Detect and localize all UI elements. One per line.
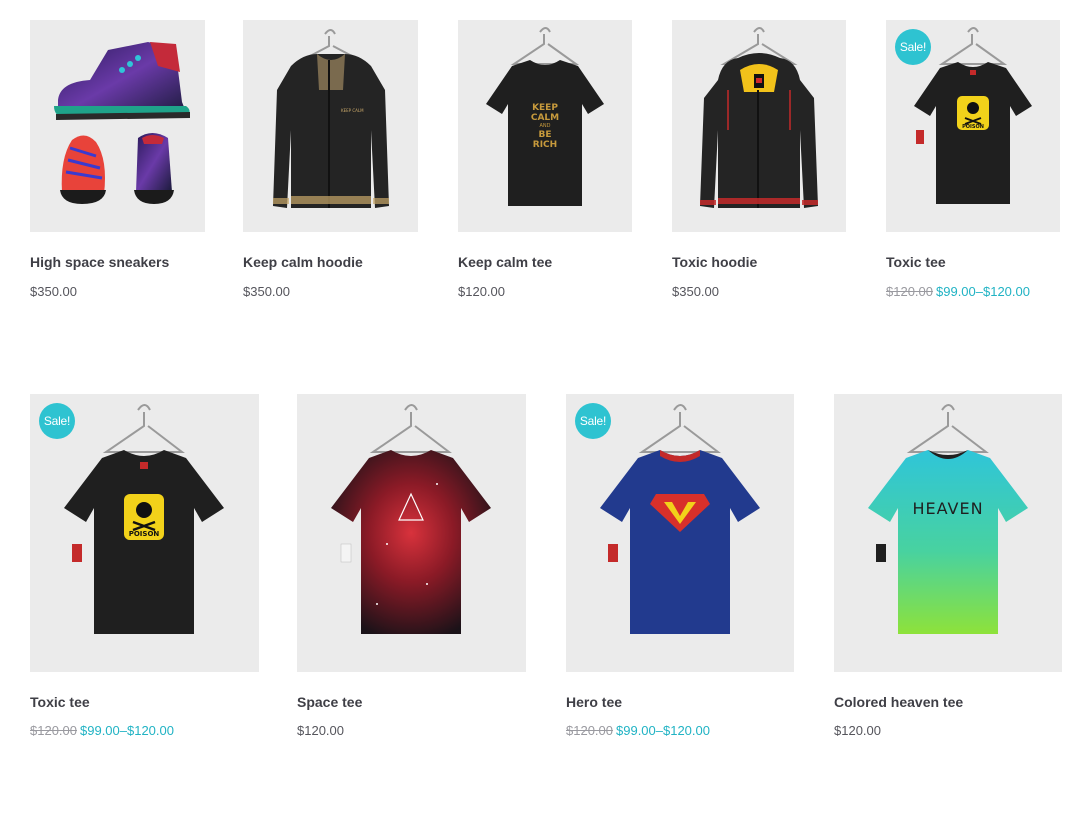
product-card[interactable]: KEEP CALM Keep calm hoodie $350.00 [243, 20, 418, 299]
product-price: $120.00 [834, 723, 881, 738]
product-price: $350.00 [672, 284, 719, 299]
product-image-link[interactable]: KEEP CALM AND BE RICH [458, 20, 632, 232]
tshirt-image: HEAVEN [868, 404, 1028, 634]
product-image-link[interactable]: POISON Sale! [886, 20, 1060, 232]
product-title[interactable]: Hero tee [566, 694, 622, 710]
price-amount: $120.00 [297, 723, 344, 738]
sneakers-image [54, 42, 190, 204]
product-price: $120.00 [458, 284, 505, 299]
print-line: RICH [533, 140, 557, 150]
product-card[interactable]: Toxic hoodie $350.00 [672, 20, 846, 299]
product-title[interactable]: Toxic hoodie [672, 254, 757, 270]
hoodie-image [700, 27, 818, 208]
svg-text:KEEP CALM: KEEP CALM [341, 108, 364, 113]
print-text: POISON [962, 124, 984, 130]
sale-badge: Sale! [575, 403, 611, 439]
product-card[interactable]: Sale! Hero tee $120.00 $99.00–$120.00 [566, 394, 794, 738]
product-price: $350.00 [243, 284, 290, 299]
product-card[interactable]: Space tee $120.00 [297, 394, 526, 738]
product-image-link[interactable] [672, 20, 846, 232]
price-amount: $350.00 [243, 284, 290, 299]
product-card[interactable]: High space sneakers $350.00 [30, 20, 205, 299]
sale-price-range: $99.00–$120.00 [80, 723, 174, 738]
product-card[interactable]: POISON Sale! Toxic tee $120.00 $99.00–$12… [30, 394, 259, 738]
print-text: POISON [129, 530, 160, 538]
print-line: BE [538, 130, 551, 140]
product-title[interactable]: Keep calm hoodie [243, 254, 363, 270]
product-card[interactable]: HEAVEN Colored heaven tee $120.00 [834, 394, 1062, 738]
product-card[interactable]: KEEP CALM AND BE RICH Keep calm tee $120… [458, 20, 632, 299]
price-amount: $120.00 [458, 284, 505, 299]
product-card[interactable]: POISON Sale! Toxic tee $120.00 $99.00–$12… [886, 20, 1060, 299]
product-price: $350.00 [30, 284, 77, 299]
tshirt-image [331, 404, 491, 634]
product-image-link[interactable]: HEAVEN [834, 394, 1062, 672]
old-price: $120.00 [566, 723, 613, 738]
product-title[interactable]: Toxic tee [886, 254, 946, 270]
old-price: $120.00 [886, 284, 933, 299]
product-title[interactable]: Space tee [297, 694, 362, 710]
sale-badge: Sale! [39, 403, 75, 439]
sale-badge: Sale! [895, 29, 931, 65]
price-amount: $350.00 [30, 284, 77, 299]
product-title[interactable]: Toxic tee [30, 694, 90, 710]
product-title[interactable]: High space sneakers [30, 254, 169, 270]
product-image-link[interactable] [30, 20, 205, 232]
print-line: CALM [531, 113, 559, 123]
print-text: HEAVEN [912, 499, 983, 518]
print-line: AND [539, 123, 550, 129]
old-price: $120.00 [30, 723, 77, 738]
sale-price-range: $99.00–$120.00 [936, 284, 1030, 299]
product-price: $120.00 $99.00–$120.00 [30, 723, 174, 738]
tshirt-image: KEEP CALM AND BE RICH [486, 27, 604, 206]
product-image-link[interactable]: POISON Sale! [30, 394, 259, 672]
product-title[interactable]: Keep calm tee [458, 254, 552, 270]
print-line: KEEP [532, 103, 558, 113]
price-amount: $350.00 [672, 284, 719, 299]
hoodie-image: KEEP CALM [273, 29, 389, 208]
product-price: $120.00 $99.00–$120.00 [886, 284, 1030, 299]
product-image-link[interactable]: Sale! [566, 394, 794, 672]
sale-price-range: $99.00–$120.00 [616, 723, 710, 738]
price-amount: $120.00 [834, 723, 881, 738]
product-price: $120.00 $99.00–$120.00 [566, 723, 710, 738]
product-image-link[interactable]: KEEP CALM [243, 20, 418, 232]
product-title[interactable]: Colored heaven tee [834, 694, 963, 710]
product-image-link[interactable] [297, 394, 526, 672]
product-price: $120.00 [297, 723, 344, 738]
